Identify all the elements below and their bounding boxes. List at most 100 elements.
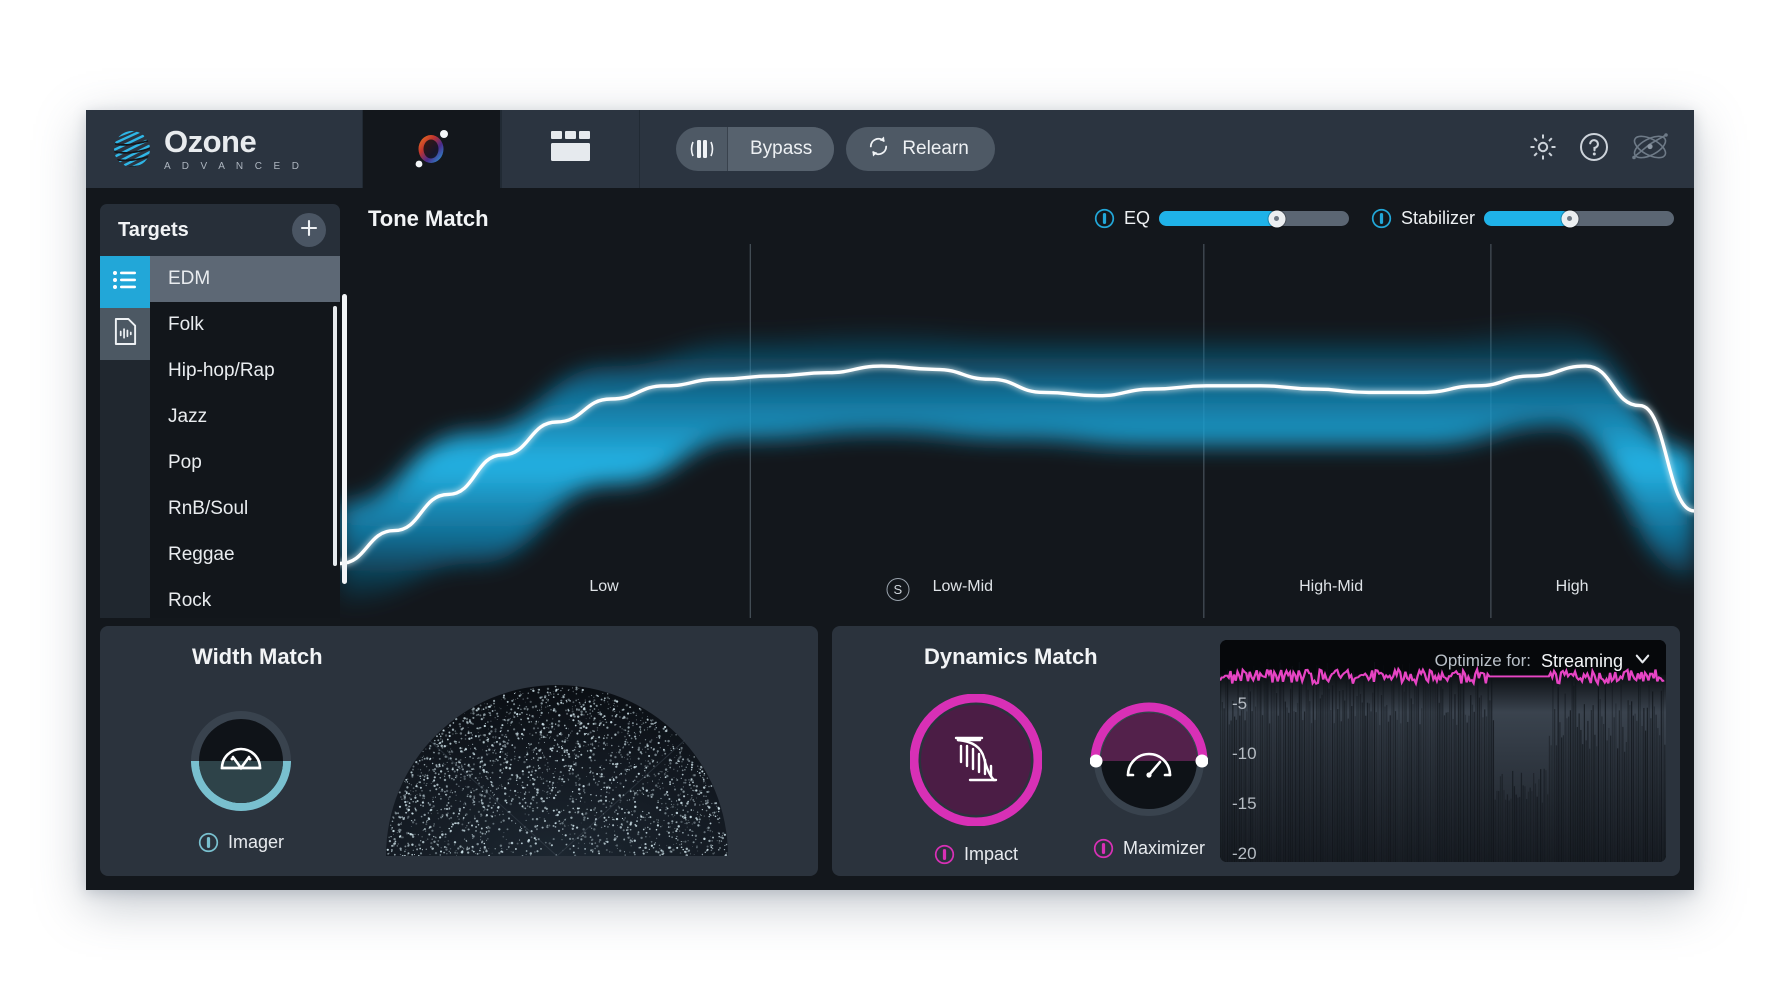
vector-dot-icon[interactable] bbox=[1093, 838, 1114, 859]
eq-slider-knob[interactable] bbox=[1268, 210, 1286, 227]
target-label: Rock bbox=[168, 590, 212, 611]
master-assistant-orb-icon bbox=[405, 120, 459, 179]
tab-tone-match[interactable] bbox=[362, 110, 501, 188]
width-match-title: Width Match bbox=[192, 644, 323, 669]
list-bullets-icon bbox=[112, 269, 138, 296]
rail-button-audio-file[interactable] bbox=[100, 308, 150, 360]
meter-scale-15: -15 bbox=[1232, 794, 1257, 813]
dynamics-match-title: Dynamics Match bbox=[924, 644, 1098, 669]
impact-label: Impact bbox=[963, 844, 1019, 864]
imager-knob-group: Imager bbox=[188, 708, 294, 853]
lower-panels: Width Match Imager Dynamics Match Impact… bbox=[86, 618, 1694, 890]
module-grid-icon bbox=[549, 130, 593, 169]
width-match-panel: Width Match Imager bbox=[100, 626, 818, 876]
targets-list[interactable]: EDM Folk Hip-hop/Rap Jazz Pop RnB/Soul R… bbox=[150, 256, 340, 618]
target-item-hiphop[interactable]: Hip-hop/Rap bbox=[150, 348, 340, 394]
relearn-button[interactable]: Relearn bbox=[846, 127, 995, 171]
rail-button-presets[interactable] bbox=[100, 256, 150, 308]
tab-modules[interactable] bbox=[501, 110, 640, 188]
chevron-down-icon[interactable] bbox=[1633, 649, 1652, 673]
target-item-reggae[interactable]: Reggae bbox=[150, 532, 340, 578]
imager-label: Imager bbox=[227, 832, 285, 852]
tone-match-panel: Tone Match EQ Stabilizer Low S Low-Mid H… bbox=[340, 188, 1694, 618]
app-header: Ozone A D V A N C E D Bypass Relearn bbox=[86, 110, 1694, 188]
target-label: Folk bbox=[168, 314, 204, 335]
target-item-rnb[interactable]: RnB/Soul bbox=[150, 486, 340, 532]
stabilizer-label: Stabilizer bbox=[1400, 208, 1475, 228]
bypass-faders-icon[interactable] bbox=[676, 127, 728, 171]
vector-dot-icon[interactable] bbox=[1371, 208, 1392, 229]
refresh-circle-icon bbox=[866, 134, 891, 165]
vector-dot-icon[interactable] bbox=[934, 844, 955, 865]
tone-match-controls: EQ Stabilizer bbox=[1094, 208, 1674, 229]
target-item-folk[interactable]: Folk bbox=[150, 302, 340, 348]
target-label: Reggae bbox=[168, 544, 235, 565]
optimize-for-label: Optimize for: bbox=[1434, 651, 1531, 670]
bypass-control[interactable]: Bypass bbox=[676, 127, 835, 171]
target-label: Pop bbox=[168, 452, 202, 473]
tone-curve-plot bbox=[340, 244, 1694, 618]
polar-vectorscope[interactable] bbox=[386, 666, 728, 857]
target-item-edm[interactable]: EDM bbox=[150, 256, 340, 302]
relearn-button-label: Relearn bbox=[902, 138, 969, 159]
maximizer-knob-label-row: Maximizer bbox=[1093, 838, 1205, 859]
ozone-sphere-icon bbox=[112, 129, 152, 169]
plus-icon bbox=[299, 218, 319, 243]
optimize-for-value[interactable]: Streaming bbox=[1541, 651, 1623, 672]
stabilizer-slider-knob[interactable] bbox=[1561, 210, 1578, 227]
vector-dot-icon[interactable] bbox=[1094, 208, 1115, 229]
maximizer-knob[interactable] bbox=[1089, 702, 1209, 825]
loudness-meter[interactable]: Optimize for: Streaming -5 -10 -15 -20 bbox=[1220, 640, 1666, 862]
bypass-button-label[interactable]: Bypass bbox=[728, 127, 835, 171]
question-circle-icon[interactable] bbox=[1578, 131, 1610, 168]
targets-sidebar: Targets EDM Folk Hip-hop/Rap Jazz Pop Rn… bbox=[100, 204, 340, 618]
target-label: RnB/Soul bbox=[168, 498, 249, 519]
target-item-jazz[interactable]: Jazz bbox=[150, 394, 340, 440]
target-item-pop[interactable]: Pop bbox=[150, 440, 340, 486]
eq-slider[interactable] bbox=[1158, 210, 1349, 227]
audio-file-icon bbox=[113, 317, 138, 351]
band-label-row: Low S Low-Mid High-Mid High bbox=[340, 578, 1694, 604]
meter-scale-20: -20 bbox=[1232, 844, 1257, 862]
impact-knob-group: Impact bbox=[909, 693, 1043, 865]
tone-match-graph[interactable]: Low S Low-Mid High-Mid High bbox=[340, 244, 1694, 618]
eq-control: EQ bbox=[1094, 208, 1349, 229]
gear-icon[interactable] bbox=[1528, 132, 1558, 167]
imager-knob-label-row: Imager bbox=[198, 832, 284, 853]
eq-label: EQ bbox=[1123, 208, 1150, 228]
plugin-body: Targets EDM Folk Hip-hop/Rap Jazz Pop Rn… bbox=[86, 188, 1694, 890]
maximizer-label: Maximizer bbox=[1122, 838, 1205, 858]
graph-left-handle bbox=[342, 294, 347, 584]
band-label-high[interactable]: High bbox=[1556, 578, 1589, 596]
band-label-low-mid[interactable]: Low-Mid bbox=[933, 578, 993, 596]
optimize-for-dropdown[interactable]: Optimize for: Streaming bbox=[1435, 649, 1652, 673]
header-tabs bbox=[362, 110, 640, 188]
stabilizer-control: Stabilizer bbox=[1371, 208, 1674, 229]
target-label: EDM bbox=[168, 268, 211, 289]
targets-scrollbar[interactable] bbox=[333, 306, 337, 566]
band-label-high-mid[interactable]: High-Mid bbox=[1299, 578, 1363, 596]
tone-match-section: Targets EDM Folk Hip-hop/Rap Jazz Pop Rn… bbox=[86, 188, 1694, 618]
vector-dot-icon[interactable] bbox=[198, 832, 219, 853]
impact-knob[interactable] bbox=[909, 693, 1043, 831]
add-target-button[interactable] bbox=[292, 213, 326, 247]
app-name-block: Ozone A D V A N C E D bbox=[164, 126, 303, 172]
app-logo: Ozone A D V A N C E D bbox=[86, 110, 314, 188]
eq-slider-fill bbox=[1158, 211, 1277, 226]
ozone-plugin-window: Ozone A D V A N C E D Bypass Relearn Tar… bbox=[86, 110, 1694, 890]
app-name: Ozone bbox=[164, 124, 257, 159]
imager-knob[interactable] bbox=[188, 708, 294, 819]
solo-button-low-mid[interactable]: S bbox=[886, 578, 910, 601]
loudness-waveform bbox=[1220, 640, 1666, 862]
meter-scale-10: -10 bbox=[1232, 744, 1257, 763]
page-title: Tone Match bbox=[368, 206, 489, 231]
header-utility-icons bbox=[1528, 110, 1670, 188]
targets-body: EDM Folk Hip-hop/Rap Jazz Pop RnB/Soul R… bbox=[100, 256, 340, 618]
izotope-logo-icon[interactable] bbox=[1630, 130, 1670, 169]
maximizer-knob-group: Maximizer bbox=[1089, 702, 1209, 859]
band-label-low[interactable]: Low bbox=[589, 578, 618, 596]
app-edition: A D V A N C E D bbox=[164, 161, 304, 172]
stabilizer-slider[interactable] bbox=[1484, 210, 1674, 227]
header-actions: Bypass Relearn bbox=[676, 110, 995, 188]
target-item-rock[interactable]: Rock bbox=[150, 578, 340, 618]
